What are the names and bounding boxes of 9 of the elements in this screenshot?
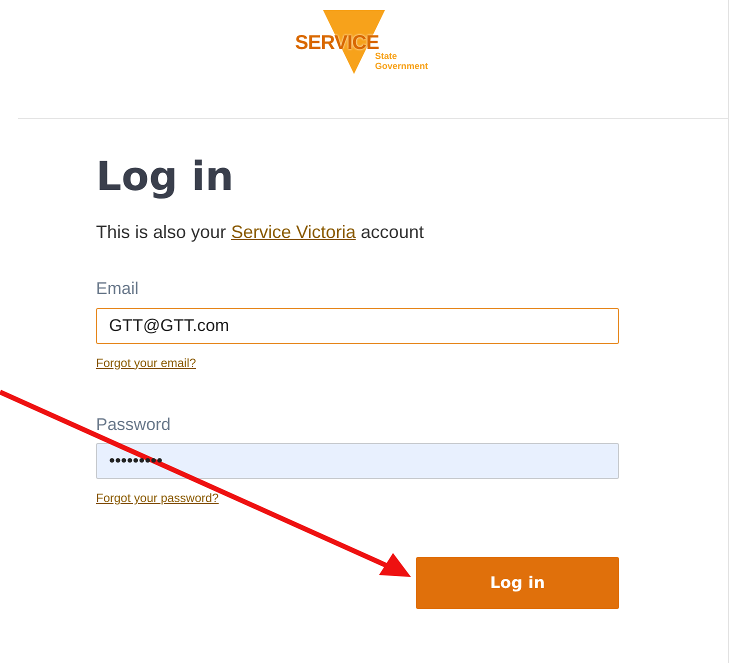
service-victoria-link[interactable]: Service Victoria [231,222,356,242]
input-field[interactable]: GTT@GTT.com [96,308,619,344]
forgot-link[interactable]: Forgot your password? [96,489,219,507]
page-heading: Log in [96,153,235,201]
intro-text: This is also your Service Victoria account [96,221,425,244]
field-label: Email [96,278,139,300]
login-button[interactable]: Log in [416,557,619,609]
forgot-link[interactable]: Forgot your email? [96,354,196,372]
field-label: Password [96,414,171,436]
